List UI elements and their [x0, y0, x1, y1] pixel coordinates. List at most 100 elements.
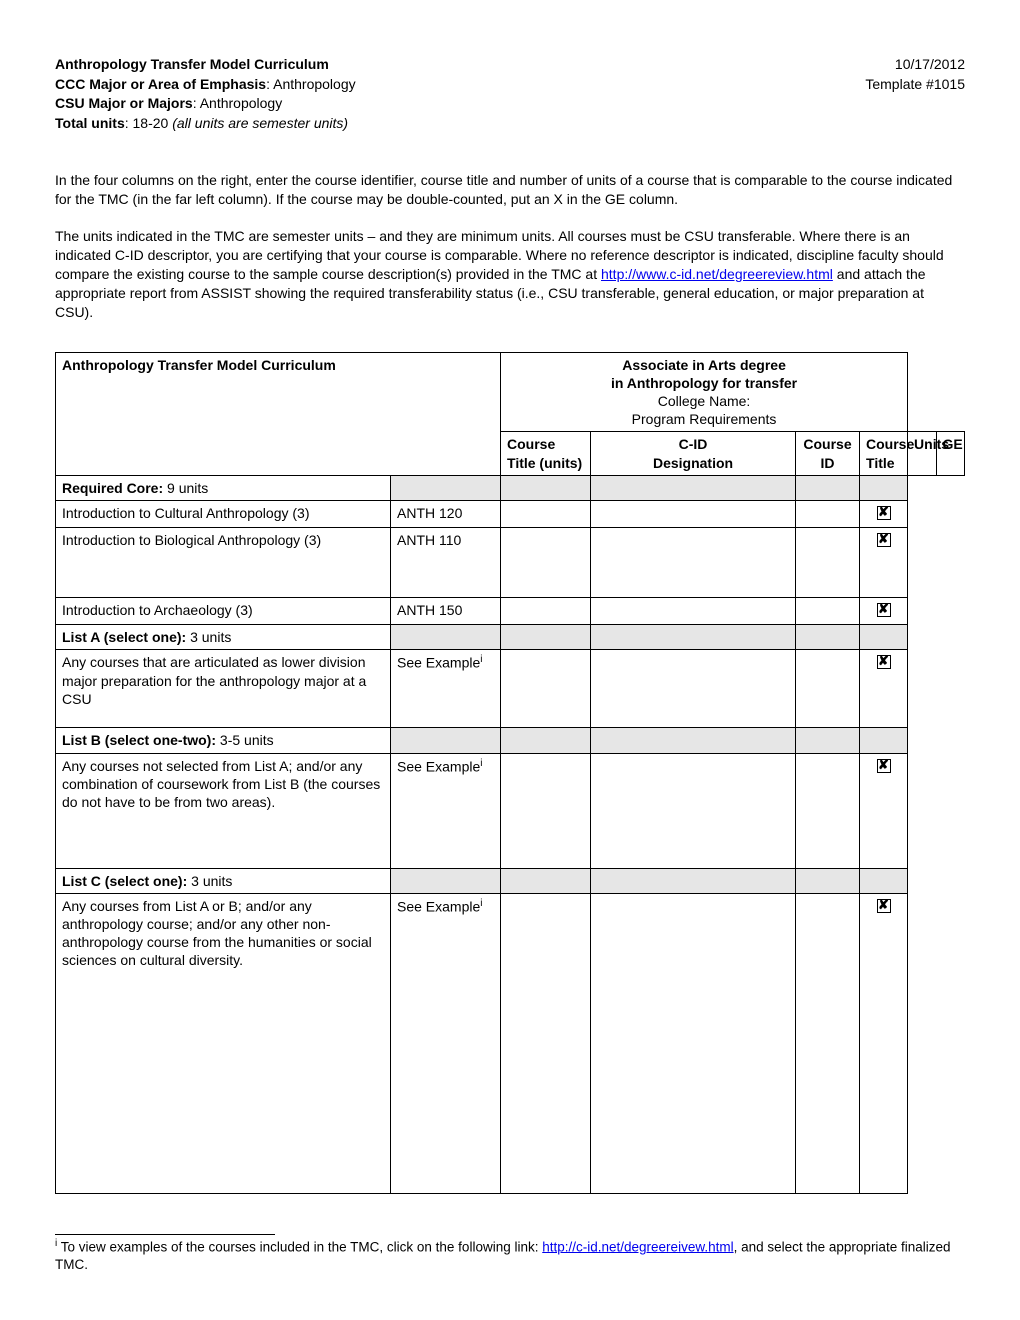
- spacer: [391, 625, 501, 650]
- spacer: [860, 475, 908, 500]
- course-id-cell[interactable]: [501, 893, 591, 1193]
- course-id-cell[interactable]: [501, 500, 591, 527]
- course-title-cell[interactable]: [591, 500, 796, 527]
- aa-degree-line1: Associate in Arts degree: [622, 357, 786, 373]
- spacer: [501, 868, 591, 893]
- ge-checkbox[interactable]: [877, 655, 891, 669]
- course-title-cell[interactable]: [591, 893, 796, 1193]
- ge-cell[interactable]: [860, 650, 908, 728]
- footnote-rule: [55, 1234, 275, 1235]
- ccc-label: CCC Major or Area of Emphasis: [55, 76, 266, 92]
- footnote-text-a: To view examples of the courses included…: [57, 1239, 542, 1254]
- spacer: [860, 625, 908, 650]
- footnote-ref: i: [480, 898, 482, 909]
- course-row-title: Introduction to Biological Anthropology …: [56, 528, 391, 598]
- course-title-cell[interactable]: [591, 528, 796, 598]
- list-a-header: List A (select one): 3 units: [56, 625, 391, 650]
- units-label: Total units: [55, 115, 125, 131]
- course-id-cell[interactable]: [501, 528, 591, 598]
- ge-cell[interactable]: [860, 528, 908, 598]
- list-b-description: Any courses not selected from List A; an…: [56, 753, 391, 868]
- spacer: [391, 475, 501, 500]
- left-table-header: Anthropology Transfer Model Curriculum: [56, 352, 501, 475]
- core-units: 9 units: [163, 480, 208, 496]
- spacer: [501, 728, 591, 753]
- doc-title: Anthropology Transfer Model Curriculum: [55, 56, 329, 72]
- units-cell[interactable]: [796, 753, 860, 868]
- list-a-bold: List A (select one):: [62, 629, 186, 645]
- course-title-cell[interactable]: [591, 598, 796, 625]
- course-row-cid: ANTH 110: [391, 528, 501, 598]
- list-b-units: 3-5 units: [216, 732, 274, 748]
- list-c-units: 3 units: [187, 873, 232, 889]
- intro-paragraph-2: The units indicated in the TMC are semes…: [55, 227, 965, 321]
- spacer: [860, 868, 908, 893]
- list-a-units: 3 units: [186, 629, 231, 645]
- spacer: [591, 625, 796, 650]
- ge-checkbox[interactable]: [877, 506, 891, 520]
- ge-cell[interactable]: [860, 753, 908, 868]
- units-cell[interactable]: [796, 500, 860, 527]
- footnote-link[interactable]: http://c-id.net/degreereivew.html: [542, 1239, 733, 1254]
- see-example-text: See Example: [397, 899, 480, 915]
- list-c-header: List C (select one): 3 units: [56, 868, 391, 893]
- ge-cell[interactable]: [860, 500, 908, 527]
- units-cell[interactable]: [796, 650, 860, 728]
- core-bold: Required Core:: [62, 480, 163, 496]
- course-id-cell[interactable]: [501, 650, 591, 728]
- col-course-title: Course Title: [860, 432, 908, 475]
- course-title-cell[interactable]: [591, 753, 796, 868]
- list-a-description: Any courses that are articulated as lowe…: [56, 650, 391, 728]
- units-cell[interactable]: [796, 893, 860, 1193]
- csu-label: CSU Major or Majors: [55, 95, 193, 111]
- see-example-text: See Example: [397, 655, 480, 671]
- doc-date: 10/17/2012: [865, 55, 965, 75]
- list-c-bold: List C (select one):: [62, 873, 187, 889]
- spacer: [796, 728, 860, 753]
- spacer: [796, 868, 860, 893]
- template-number: Template #1015: [865, 75, 965, 95]
- footnote: i To view examples of the courses includ…: [55, 1237, 965, 1274]
- spacer: [591, 728, 796, 753]
- ge-checkbox[interactable]: [877, 603, 891, 617]
- ge-checkbox[interactable]: [877, 759, 891, 773]
- course-title-cell[interactable]: [591, 650, 796, 728]
- ge-cell[interactable]: [860, 893, 908, 1193]
- ge-checkbox[interactable]: [877, 899, 891, 913]
- spacer: [860, 728, 908, 753]
- course-id-cell[interactable]: [501, 753, 591, 868]
- col-cid: C-ID Designation: [591, 432, 796, 475]
- spacer: [591, 868, 796, 893]
- ge-cell[interactable]: [860, 598, 908, 625]
- ge-checkbox[interactable]: [877, 533, 891, 547]
- list-b-bold: List B (select one-two):: [62, 732, 216, 748]
- degreereview-link[interactable]: http://www.c-id.net/degreereview.html: [601, 266, 833, 282]
- right-table-header: Associate in Arts degree in Anthropology…: [501, 352, 908, 432]
- spacer: [796, 625, 860, 650]
- list-c-cid: See Examplei: [391, 893, 501, 1193]
- list-c-description: Any courses from List A or B; and/or any…: [56, 893, 391, 1193]
- spacer: [501, 625, 591, 650]
- course-row-title: Introduction to Cultural Anthropology (3…: [56, 500, 391, 527]
- spacer: [796, 475, 860, 500]
- see-example-text: See Example: [397, 758, 480, 774]
- intro-paragraph-1: In the four columns on the right, enter …: [55, 171, 965, 209]
- spacer: [391, 868, 501, 893]
- spacer: [391, 728, 501, 753]
- list-b-cid: See Examplei: [391, 753, 501, 868]
- curriculum-table: Anthropology Transfer Model Curriculum A…: [55, 352, 965, 1194]
- list-b-header: List B (select one-two): 3-5 units: [56, 728, 391, 753]
- course-row-cid: ANTH 120: [391, 500, 501, 527]
- spacer: [591, 475, 796, 500]
- course-row-title: Introduction to Archaeology (3): [56, 598, 391, 625]
- col-course-id: Course ID: [796, 432, 860, 475]
- list-a-cid: See Examplei: [391, 650, 501, 728]
- units-cell[interactable]: [796, 528, 860, 598]
- course-id-cell[interactable]: [501, 598, 591, 625]
- college-name-label: College Name:: [658, 393, 751, 409]
- units-note: (all units are semester units): [172, 115, 348, 131]
- units-value: : 18-20: [125, 115, 172, 131]
- csu-value: : Anthropology: [193, 95, 283, 111]
- units-cell[interactable]: [796, 598, 860, 625]
- footnote-ref: i: [480, 758, 482, 769]
